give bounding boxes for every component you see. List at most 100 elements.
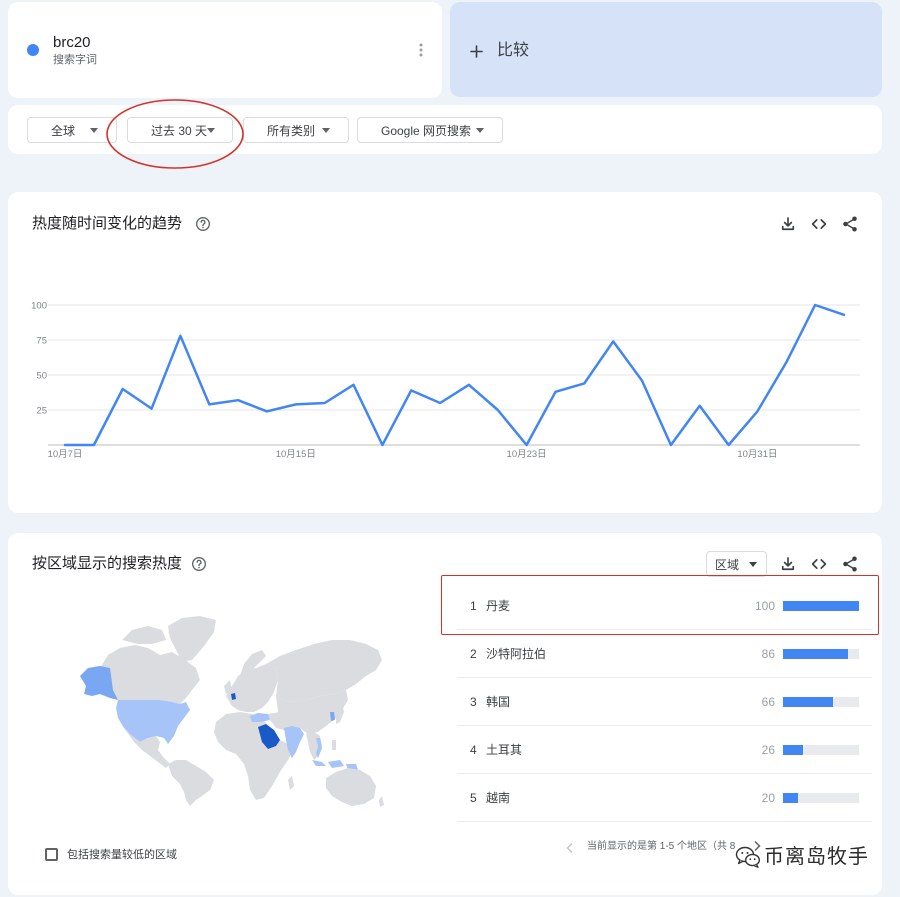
search-type-label: Google 网页搜索 [381,123,472,138]
region-name: 土耳其 [486,743,523,757]
trend-data-point[interactable] [782,358,790,366]
region-value: 66 [761,695,775,709]
trend-data-point[interactable] [90,441,98,449]
x-tick-label: 10月15日 [276,449,316,460]
region-bar-fill [783,649,849,659]
share-icon[interactable] [841,555,859,573]
map-region-turkey[interactable] [250,713,270,722]
trend-data-point[interactable] [436,399,444,407]
region-bar-fill [783,745,803,755]
region-bar-fill [783,793,799,803]
annotation-rectangle [441,575,879,635]
map-region-madagascar[interactable] [288,776,294,790]
trend-data-point[interactable] [840,311,848,319]
category-dropdown[interactable]: 所有类别 [243,117,349,143]
region-bar-fill [783,697,834,707]
x-tick-label: 10月31日 [737,449,777,460]
region-name: 韩国 [486,695,511,709]
region-row[interactable]: 5 越南 20 [457,774,872,822]
trend-data-point[interactable] [148,405,156,413]
region-rank: 4 [470,743,477,757]
region-value: 26 [761,743,775,757]
world-map [80,616,384,807]
trend-data-point[interactable] [753,407,761,415]
y-tick-label: 100 [31,301,47,312]
trend-data-point[interactable] [234,396,242,404]
watermark-text: 币离岛牧手 [764,846,869,868]
trend-data-point[interactable] [350,381,358,389]
trend-data-point[interactable] [205,400,213,408]
map-region-new-zealand[interactable] [379,796,384,807]
trend-data-point[interactable] [176,332,184,340]
help-icon[interactable] [195,216,211,232]
search-term-card[interactable]: brc20 搜索字词 [8,2,442,98]
trend-data-point[interactable] [552,388,560,396]
caret-down-icon [749,561,757,567]
map-region-indonesia[interactable] [328,760,344,768]
trend-data-point[interactable] [580,379,588,387]
include-low-volume-label[interactable]: 包括搜索量较低的区域 [67,848,177,862]
embed-icon[interactable] [810,555,828,573]
download-icon[interactable] [779,215,797,233]
map-region-south-america[interactable] [168,760,214,806]
annotation-ellipse [106,99,244,169]
search-type-dropdown[interactable]: Google 网页搜索 [357,117,503,143]
search-term-name[interactable]: brc20 [53,34,91,52]
embed-icon[interactable] [810,215,828,233]
plus-icon [470,45,483,58]
trend-data-point[interactable] [696,402,704,410]
region-rank: 5 [470,791,477,805]
trend-data-point[interactable] [61,441,69,449]
trend-data-point[interactable] [407,386,415,394]
search-term-type: 搜索字词 [53,54,97,66]
compare-button[interactable]: 比较 [450,2,882,97]
x-tick-label: 10月23日 [507,449,547,460]
caret-down-icon [476,127,484,133]
resolution-dropdown[interactable]: 区域 [706,551,767,577]
region-value: 86 [761,647,775,661]
include-low-volume-checkbox[interactable] [45,848,58,861]
region-row[interactable]: 2 沙特阿拉伯 86 [457,630,872,678]
wechat-icon [735,845,761,869]
trend-data-point[interactable] [523,441,531,449]
region-value: 20 [761,791,775,805]
caret-down-icon [90,127,98,133]
compare-label: 比较 [497,42,530,59]
y-tick-label: 25 [36,406,47,417]
trend-data-point[interactable] [378,441,386,449]
region-bar-track [783,649,859,659]
map-region-europe[interactable] [226,664,278,712]
map-region-russia[interactable] [266,640,382,702]
region-row[interactable]: 3 韩国 66 [457,678,872,726]
more-vert-icon[interactable] [417,42,425,58]
trend-data-point[interactable] [119,385,127,393]
trend-data-point[interactable] [263,407,271,415]
region-filter-label: 全球 [51,123,76,138]
map-region-philippines[interactable] [332,740,336,750]
map-region-arctic-islands[interactable] [122,626,166,644]
trend-data-point[interactable] [494,406,502,414]
caret-down-icon [322,127,330,133]
chevron-left-icon[interactable] [565,841,575,854]
download-icon[interactable] [779,555,797,573]
share-icon[interactable] [841,215,859,233]
trend-data-point[interactable] [638,377,646,385]
trend-data-point[interactable] [321,399,329,407]
category-label: 所有类别 [267,123,316,138]
region-bar-track [783,745,859,755]
map-region-indonesia[interactable] [312,760,326,766]
trend-data-point[interactable] [292,400,300,408]
trend-data-point[interactable] [725,441,733,449]
region-row[interactable]: 4 土耳其 26 [457,726,872,774]
region-bar-track [783,793,859,803]
trend-data-point[interactable] [465,381,473,389]
map-region-australia[interactable] [326,768,376,806]
trend-data-point[interactable] [609,337,617,345]
region-name: 沙特阿拉伯 [486,647,547,661]
trend-data-point[interactable] [667,441,675,449]
help-icon[interactable] [191,556,207,572]
trend-data-point[interactable] [811,301,819,309]
region-bar-track [783,697,859,707]
y-tick-label: 75 [36,336,47,347]
interest-by-region-card: 按区域显示的搜索热度 区域 1 丹麦 100 2 沙特阿拉伯 86 3 韩国 6… [8,533,882,895]
